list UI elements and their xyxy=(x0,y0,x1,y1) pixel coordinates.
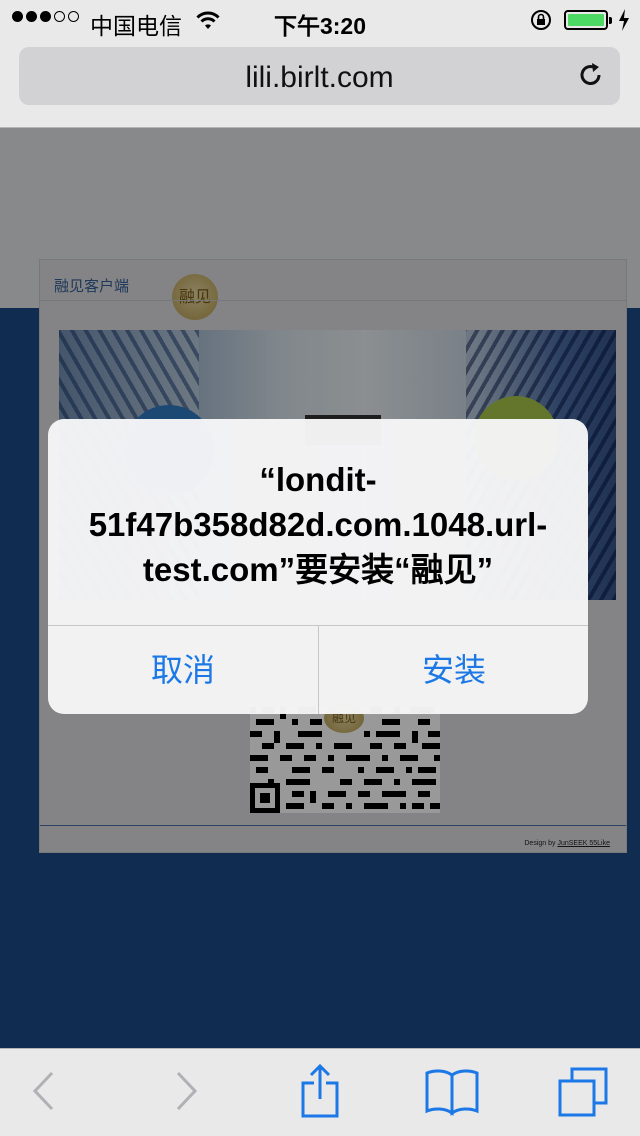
cancel-button[interactable]: 取消 xyxy=(48,626,318,714)
share-icon[interactable] xyxy=(300,1063,340,1124)
browser-toolbar xyxy=(0,1048,640,1136)
install-button[interactable]: 安装 xyxy=(319,626,588,714)
url-field[interactable]: lili.birlt.com xyxy=(19,47,620,105)
battery-icon xyxy=(564,10,612,30)
orientation-lock-icon xyxy=(530,9,552,37)
forward-icon[interactable] xyxy=(172,1067,200,1120)
status-bar: 中国电信 下午3:20 xyxy=(0,0,640,40)
back-icon[interactable] xyxy=(30,1067,58,1120)
browser-address-bar: lili.birlt.com xyxy=(0,40,640,128)
url-text: lili.birlt.com xyxy=(245,61,394,94)
install-alert-dialog: “londit-51f47b358d82d.com.1048.url-test.… xyxy=(48,419,588,714)
reload-icon[interactable] xyxy=(576,60,606,95)
alert-message: “londit-51f47b358d82d.com.1048.url-test.… xyxy=(88,461,548,588)
charging-icon xyxy=(618,9,630,37)
bookmarks-icon[interactable] xyxy=(425,1069,479,1122)
tabs-icon[interactable] xyxy=(558,1067,610,1124)
